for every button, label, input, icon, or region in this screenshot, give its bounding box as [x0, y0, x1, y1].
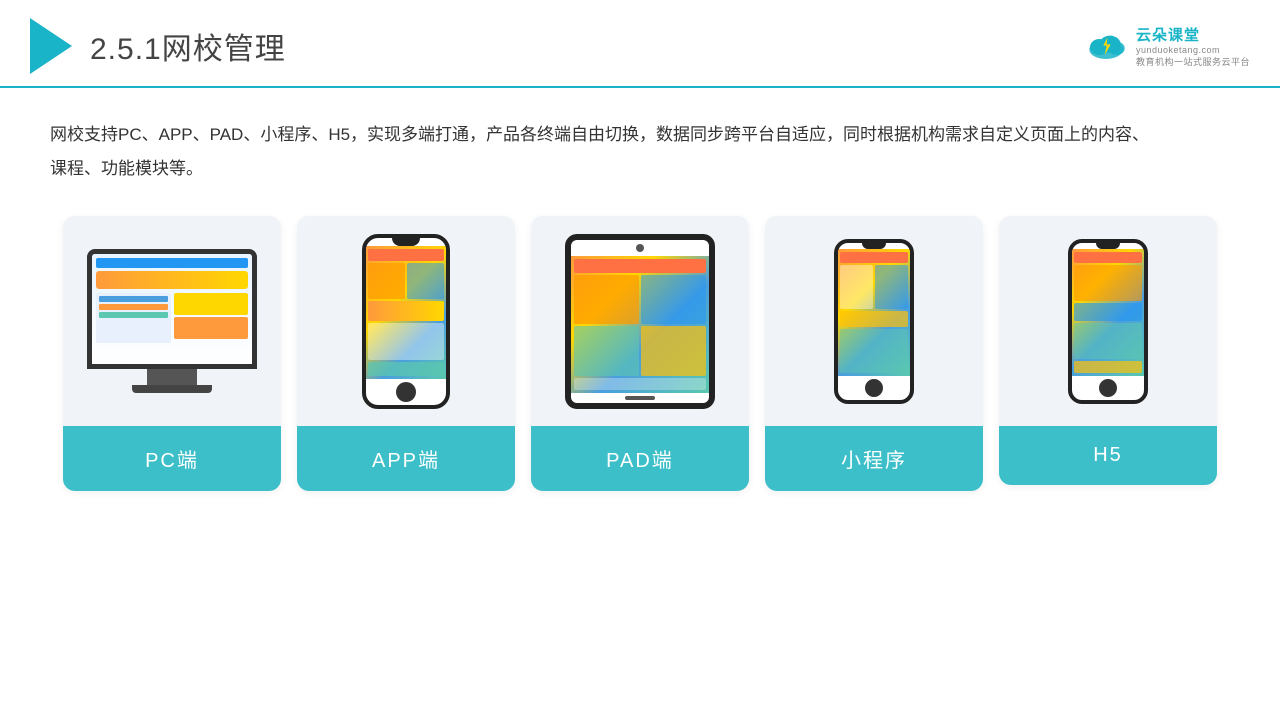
play-icon: [30, 18, 72, 74]
mini-home: [865, 379, 883, 397]
header-left: 2.5.1网校管理: [30, 18, 286, 74]
mini-program-card: 小程序: [765, 216, 983, 491]
logo-text-area: 云朵课堂 yunduoketang.com 教育机构一站式服务云平台: [1136, 24, 1250, 68]
cloud-icon: [1084, 31, 1128, 61]
app-phone-home: [396, 382, 416, 402]
app-label: APP端: [297, 426, 515, 491]
description-text: 网校支持PC、APP、PAD、小程序、H5，实现多端打通，产品各终端自由切换，数…: [50, 118, 1150, 186]
mini-program-label: 小程序: [765, 426, 983, 491]
monitor-content: [96, 271, 248, 360]
app-phone-screen: [366, 246, 446, 379]
pc-label: PC端: [63, 426, 281, 491]
app-image-area: [297, 216, 515, 426]
app-phone-notch: [392, 238, 420, 246]
logo: 云朵课堂 yunduoketang.com 教育机构一站式服务云平台: [1084, 24, 1250, 68]
logo-tagline: 教育机构一站式服务云平台: [1136, 55, 1250, 68]
pad-card: PAD端: [531, 216, 749, 491]
pad-home-bar: [625, 396, 655, 400]
h5-screen: [1072, 249, 1144, 376]
main-content: 网校支持PC、APP、PAD、小程序、H5，实现多端打通，产品各终端自由切换，数…: [0, 88, 1280, 511]
pad-image-area: [531, 216, 749, 426]
app-screen-header: [368, 249, 444, 261]
header: 2.5.1网校管理 云朵课堂 yunduoketang.com 教育机构一站式服…: [0, 0, 1280, 88]
monitor-body: [87, 249, 257, 369]
device-cards-row: PC端: [50, 216, 1230, 491]
mini-phone-mockup: [834, 239, 914, 404]
page-title: 2.5.1网校管理: [90, 24, 286, 68]
h5-image-area: [999, 216, 1217, 426]
logo-url: yunduoketang.com: [1136, 45, 1220, 55]
logo-name: 云朵课堂: [1136, 24, 1200, 45]
pc-card: PC端: [63, 216, 281, 491]
h5-card: H5: [999, 216, 1217, 485]
app-card: APP端: [297, 216, 515, 491]
h5-phone-mockup: [1068, 239, 1148, 404]
h5-label: H5: [999, 426, 1217, 485]
pc-mockup: [87, 249, 257, 393]
monitor-top-bar: [96, 258, 248, 268]
monitor-line-1: [96, 271, 248, 289]
monitor-stand: [147, 369, 197, 385]
pad-tablet-mockup: [565, 234, 715, 409]
mini-program-image-area: [765, 216, 983, 426]
app-phone-mockup: [362, 234, 450, 409]
mini-screen: [838, 249, 910, 376]
pad-screen: [571, 256, 709, 393]
pc-image-area: [63, 216, 281, 426]
monitor-screen: [92, 254, 252, 364]
pad-label: PAD端: [531, 426, 749, 491]
h5-home: [1099, 379, 1117, 397]
pad-camera: [636, 244, 644, 252]
monitor-base: [132, 385, 212, 393]
